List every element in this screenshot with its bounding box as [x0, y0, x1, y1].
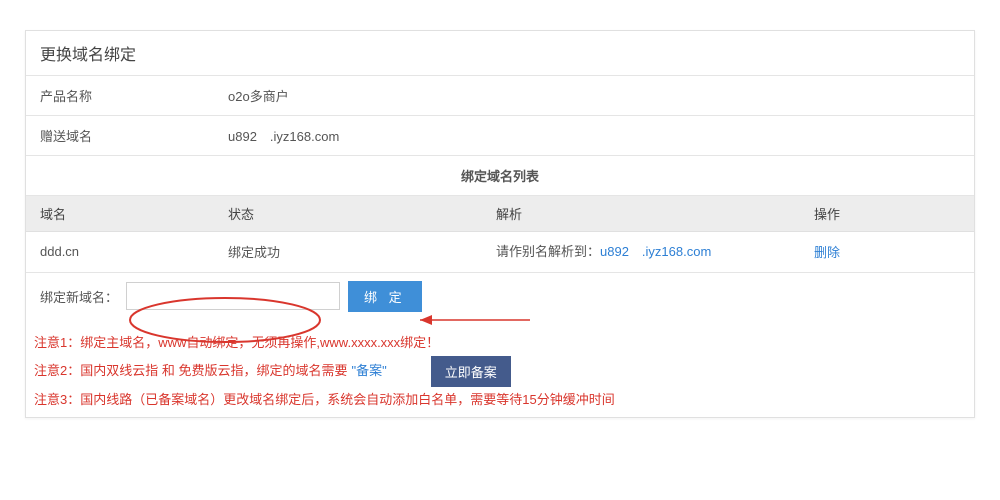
gift-domain-row: 赠送域名 u892 .iyz168.com [26, 116, 974, 156]
bind-new-domain-label: 绑定新域名： [40, 287, 118, 306]
delete-link[interactable]: 删除 [814, 245, 840, 260]
note-2-beian-quote: "备案" [351, 358, 386, 384]
bind-button[interactable]: 绑 定 [348, 281, 422, 312]
panel-title: 更换域名绑定 [26, 31, 974, 76]
cell-action: 删除 [800, 232, 974, 271]
product-label: 产品名称 [26, 76, 214, 115]
resolve-prefix: 请作别名解析到： [496, 244, 600, 259]
note-3: 注意3：国内线路（已备案域名）更改域名绑定后，系统会自动添加白名单，需要等待15… [34, 387, 966, 413]
note-1: 注意1：绑定主域名，www自动绑定，无须再操作,www.xxxx.xxx绑定！ [34, 330, 966, 356]
table-header-row: 域名 状态 解析 操作 [26, 196, 974, 232]
bound-domain-list-header: 绑定域名列表 [26, 156, 974, 196]
cell-resolve: 请作别名解析到：u892 .iyz168.com [482, 232, 800, 272]
col-status-header: 状态 [214, 196, 482, 231]
page-root: 更换域名绑定 产品名称 o2o多商户 赠送域名 u892 .iyz168.com… [0, 0, 1000, 500]
note-2: 注意2：国内双线云指 和 免费版云指，绑定的域名需要 "备案" 立即备案 [34, 356, 966, 387]
gift-domain-value: u892 .iyz168.com [214, 116, 974, 155]
note-2-text-a: 注意2：国内双线云指 和 免费版云指，绑定的域名需要 [34, 358, 347, 384]
notes-block: 注意1：绑定主域名，www自动绑定，无须再操作,www.xxxx.xxx绑定！ … [26, 320, 974, 417]
bind-new-domain-row: 绑定新域名： 绑 定 [26, 273, 974, 320]
cell-status: 绑定成功 [214, 232, 482, 271]
resolve-target: u892 .iyz168.com [600, 244, 711, 259]
col-domain-header: 域名 [26, 196, 214, 231]
col-action-header: 操作 [800, 196, 974, 231]
table-row: ddd.cn 绑定成功 请作别名解析到：u892 .iyz168.com 删除 [26, 232, 974, 273]
gift-domain-label: 赠送域名 [26, 116, 214, 155]
domain-binding-panel: 更换域名绑定 产品名称 o2o多商户 赠送域名 u892 .iyz168.com… [25, 30, 975, 418]
bind-new-domain-input[interactable] [126, 282, 340, 310]
col-resolve-header: 解析 [482, 196, 800, 231]
product-value: o2o多商户 [214, 76, 974, 115]
beian-button[interactable]: 立即备案 [431, 356, 511, 387]
cell-domain: ddd.cn [26, 234, 214, 269]
product-row: 产品名称 o2o多商户 [26, 76, 974, 116]
